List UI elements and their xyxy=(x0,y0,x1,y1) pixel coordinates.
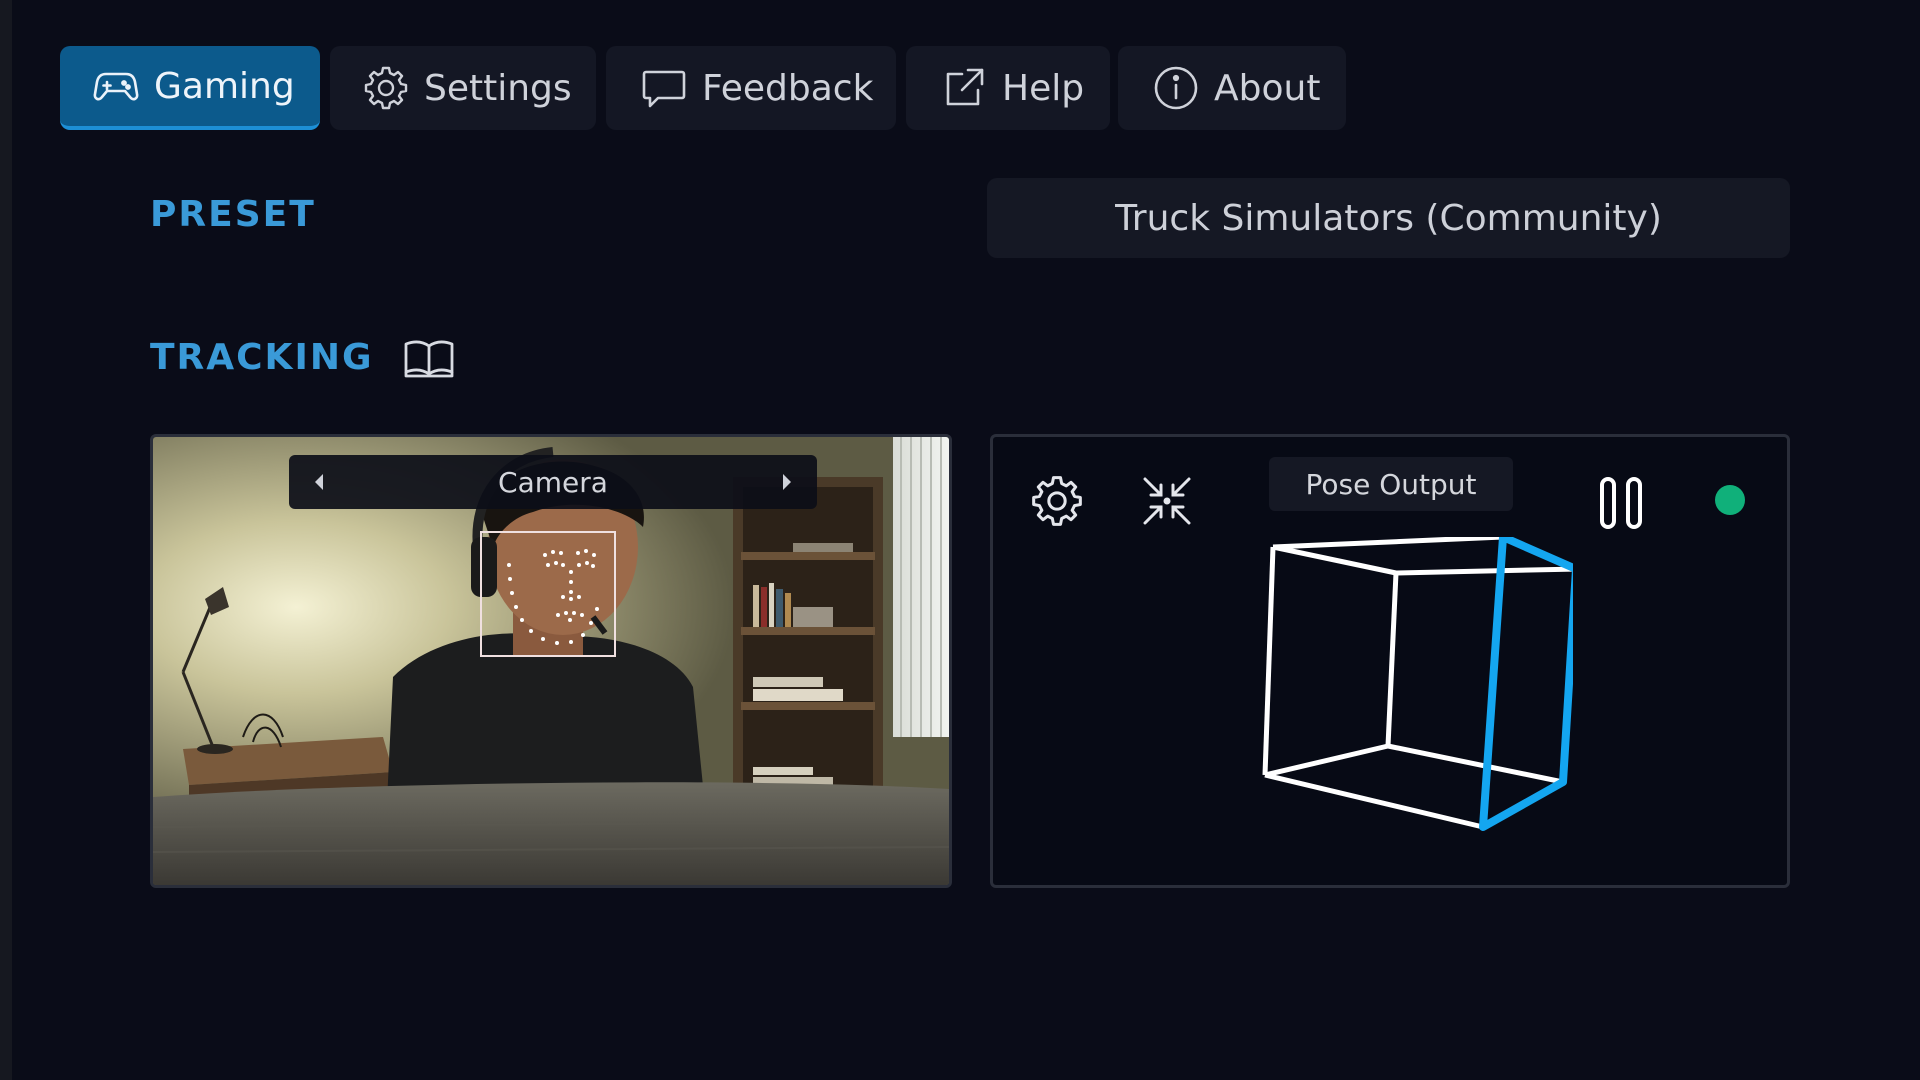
gamepad-icon xyxy=(90,60,142,112)
tab-gaming-label: Gaming xyxy=(154,65,295,107)
tab-about[interactable]: About xyxy=(1118,46,1346,130)
book-icon[interactable] xyxy=(402,336,456,380)
camera-next-button[interactable] xyxy=(777,472,797,492)
tab-feedback-label: Feedback xyxy=(702,67,874,109)
preset-select-value: Truck Simulators (Community) xyxy=(1115,197,1662,239)
preset-select[interactable]: Truck Simulators (Community) xyxy=(987,178,1790,258)
window-edge xyxy=(0,0,12,1080)
info-icon xyxy=(1150,62,1202,114)
tracking-status-indicator xyxy=(1715,485,1745,515)
pose-output-panel: Pose Output xyxy=(990,434,1790,888)
tab-gaming[interactable]: Gaming xyxy=(60,46,320,130)
tracking-heading: TRACKING xyxy=(150,337,374,378)
tab-settings-label: Settings xyxy=(424,67,572,109)
camera-label: Camera xyxy=(498,465,608,499)
pose-output-label: Pose Output xyxy=(1269,457,1513,511)
recenter-icon[interactable] xyxy=(1139,473,1195,529)
tab-feedback[interactable]: Feedback xyxy=(606,46,896,130)
speech-bubble-icon xyxy=(638,62,690,114)
gear-icon xyxy=(360,62,412,114)
pause-icon[interactable] xyxy=(1597,475,1647,531)
tab-help-label: Help xyxy=(1002,67,1085,109)
camera-prev-button[interactable] xyxy=(309,472,329,492)
pose-cube-visualization xyxy=(1262,537,1573,831)
external-link-icon xyxy=(938,62,990,114)
camera-feed-panel: Camera xyxy=(150,434,952,888)
tab-help[interactable]: Help xyxy=(906,46,1110,130)
tab-settings[interactable]: Settings xyxy=(330,46,596,130)
tab-about-label: About xyxy=(1214,67,1321,109)
pose-settings-gear-icon[interactable] xyxy=(1029,473,1085,529)
camera-switcher: Camera xyxy=(289,455,817,509)
preset-heading: PRESET xyxy=(150,194,316,235)
